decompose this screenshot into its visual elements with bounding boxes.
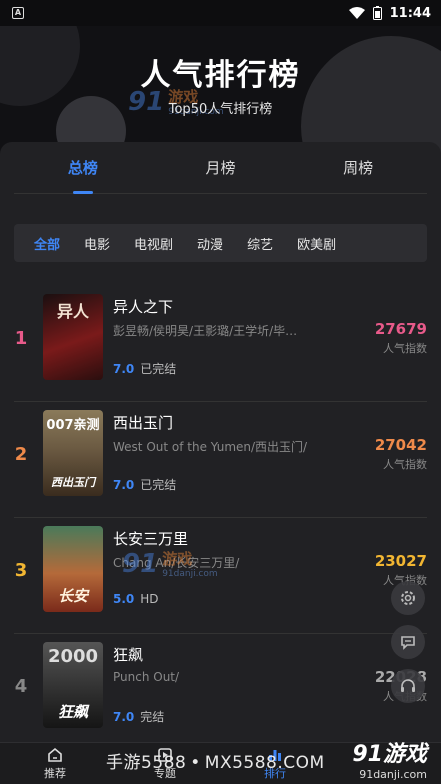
rank-number: 4 [14, 676, 28, 697]
item-score: 7.0 [113, 710, 135, 724]
item-title[interactable]: 西出玉门 [113, 412, 173, 433]
tab-total[interactable]: 总榜 [14, 142, 152, 194]
status-time: 11:44 [389, 5, 431, 21]
item-title[interactable]: 长安三万里 [113, 528, 188, 549]
item-status: 已完结 [140, 362, 177, 376]
status-left: A [12, 7, 24, 19]
settings-float-button[interactable] [391, 581, 425, 615]
category-filter-bar: 全部 电影 电视剧 动漫 综艺 欧美剧 [14, 224, 427, 262]
page-title: 人气排行榜 [140, 58, 301, 93]
rank-number: 2 [14, 444, 28, 465]
page-subtitle: Top50人气排行榜 [168, 102, 273, 117]
poster-image[interactable]: 007亲测 西出玉门 [43, 410, 103, 496]
battery-icon [372, 6, 382, 20]
item-status: 完结 [140, 710, 165, 724]
item-cast: Punch Out/ [113, 670, 180, 684]
item-meta: 7.0 已完结 [113, 476, 176, 493]
wifi-icon [348, 7, 365, 19]
rank-number: 3 [14, 560, 28, 581]
item-status: 已完结 [140, 478, 177, 492]
tab-weekly[interactable]: 周榜 [289, 142, 427, 193]
ranking-card: 总榜 月榜 周榜 全部 电影 电视剧 动漫 综艺 欧美剧 1 异人 异人之下 彭… [0, 142, 441, 742]
filter-anime[interactable]: 动漫 [185, 234, 235, 253]
filter-all[interactable]: 全部 [22, 234, 72, 253]
nav-recommend[interactable]: 推荐 [0, 743, 110, 784]
poster-image[interactable]: 异人 [43, 294, 103, 380]
home-icon [48, 747, 62, 762]
rank-number: 1 [14, 328, 28, 349]
item-meta: 5.0 HD [113, 592, 159, 606]
item-cast: West Out of the Yumen/西出玉门/ [113, 440, 308, 454]
poster-image[interactable]: 2000 狂飙 [43, 642, 103, 728]
item-title[interactable]: 狂飙 [113, 644, 143, 665]
filter-western[interactable]: 欧美剧 [285, 234, 348, 253]
chat-icon [401, 636, 415, 650]
ranking-row[interactable]: 1 异人 异人之下 彭昱畅/侯明昊/王影璐/王学圻/毕… 7.0 已完结 2767… [0, 286, 441, 402]
heat-label: 人气指数 [383, 458, 427, 471]
support-float-button[interactable] [391, 669, 425, 703]
filter-movie[interactable]: 电影 [72, 234, 122, 253]
heat-index: 27042 人气指数 [375, 436, 427, 472]
headset-icon [401, 679, 415, 692]
ranking-row[interactable]: 4 2000 狂飙 狂飙 Punch Out/ 7.0完结 22028 人气指数 [0, 634, 441, 750]
site-watermark: 手游5588 • MX5588.COM [106, 753, 325, 773]
nav-recommend-label: 推荐 [44, 767, 66, 780]
app-notification-icon: A [12, 7, 24, 19]
chat-float-button[interactable] [391, 625, 425, 659]
heat-label: 人气指数 [383, 342, 427, 355]
item-status: HD [140, 592, 159, 606]
gear-icon [401, 591, 415, 605]
item-cast: 彭昱畅/侯明昊/王影璐/王学圻/毕… [113, 324, 298, 338]
item-title[interactable]: 异人之下 [113, 296, 173, 317]
item-cast: Chang An/长安三万里/ [113, 556, 240, 570]
item-meta: 7.0 完结 [113, 708, 164, 725]
heat-value: 27042 [374, 436, 427, 454]
status-bar: A 11:44 [0, 0, 441, 26]
ranking-tabs: 总榜 月榜 周榜 [14, 142, 427, 194]
ranking-row[interactable]: 3 长安 长安三万里 Chang An/长安三万里/ 5.0HD 23027 人… [0, 518, 441, 634]
filter-tv[interactable]: 电视剧 [122, 234, 185, 253]
filter-variety[interactable]: 综艺 [235, 234, 285, 253]
item-score: 7.0 [113, 362, 135, 376]
item-meta: 7.0 已完结 [113, 360, 176, 377]
poster-image[interactable]: 长安 [43, 526, 103, 612]
item-score: 5.0 [113, 592, 135, 606]
item-score: 7.0 [113, 478, 135, 492]
heat-value: 27679 [374, 320, 427, 338]
heat-value: 23027 [374, 552, 427, 570]
status-right: 11:44 [348, 5, 431, 21]
ranking-row[interactable]: 2 007亲测 西出玉门 西出玉门 West Out of the Yumen/… [0, 402, 441, 518]
tab-monthly[interactable]: 月榜 [152, 142, 290, 193]
heat-index: 27679 人气指数 [375, 320, 427, 356]
brand-watermark: 91游戏 91danji.com [352, 742, 427, 781]
